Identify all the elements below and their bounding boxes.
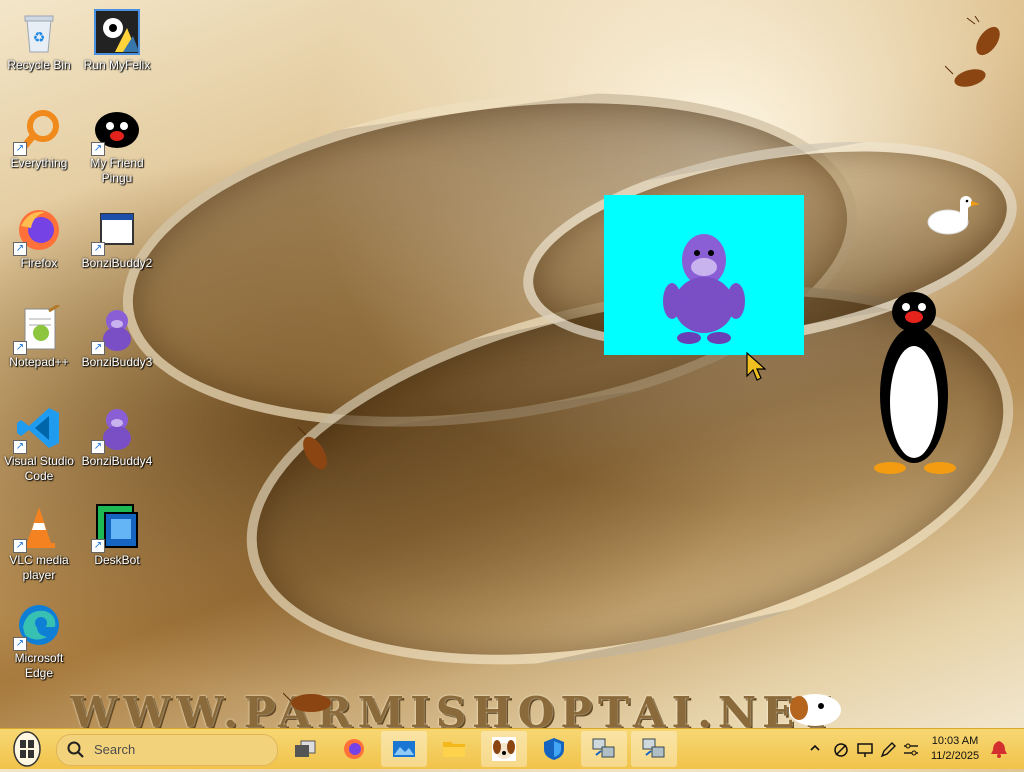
shortcut-arrow-icon: ↗ <box>91 242 105 256</box>
taskbar-photos[interactable] <box>381 731 427 767</box>
clock-date: 11/2/2025 <box>930 750 980 762</box>
icon-label: Microsoft Edge <box>14 651 64 680</box>
desktop-icon-vscode[interactable]: ↗ Visual Studio Code <box>0 404 78 484</box>
taskbar-firefox[interactable] <box>331 731 377 767</box>
shortcut-arrow-icon: ↗ <box>13 440 27 454</box>
desktop-icon-edge[interactable]: ↗ Microsoft Edge <box>0 601 78 681</box>
cockroach-icon[interactable] <box>283 685 339 719</box>
dog-face-icon <box>492 737 516 761</box>
icon-label: My Friend Pingu <box>90 156 144 185</box>
taskbar-search-box[interactable]: Search <box>56 734 278 766</box>
bonzi-gorilla-icon[interactable] <box>604 195 804 355</box>
desktop-icon-bonzibuddy2[interactable]: ↗ BonziBuddy2 <box>78 206 156 271</box>
goose-icon[interactable] <box>926 192 982 244</box>
shortcut-arrow-icon: ↗ <box>91 440 105 454</box>
taskbar-windows-security[interactable] <box>531 731 577 767</box>
desktop-icon-deskbot[interactable]: ↗ DeskBot <box>78 503 156 568</box>
show-hidden-icons-chevron-icon[interactable] <box>808 741 822 755</box>
network-disconnected-icon[interactable] <box>832 741 850 759</box>
search-placeholder: Search <box>94 742 136 757</box>
shortcut-arrow-icon: ↗ <box>91 341 105 355</box>
notification-bell-icon[interactable] <box>990 739 1008 759</box>
desktop-icon-my-friend-pingu[interactable]: ↗ My Friend Pingu <box>78 106 156 186</box>
taskbar-task-view[interactable] <box>282 731 328 767</box>
icon-label: VLC media player <box>9 553 69 582</box>
start-button[interactable] <box>12 731 42 767</box>
icon-label: Everything <box>10 156 68 170</box>
taskbar-network-tool-1[interactable] <box>581 731 627 767</box>
bonzibuddy-window[interactable] <box>604 195 804 355</box>
shortcut-arrow-icon: ↗ <box>91 539 105 553</box>
taskbar-clock[interactable]: 10:03 AM 11/2/2025 <box>922 734 988 764</box>
shortcut-arrow-icon: ↗ <box>13 142 27 156</box>
icon-label: Recycle Bin <box>7 58 71 72</box>
icon-label: BonziBuddy2 <box>81 256 153 270</box>
icon-label: BonziBuddy3 <box>81 355 153 369</box>
network-computers-icon <box>642 738 665 758</box>
icon-label: Notepad++ <box>9 355 69 369</box>
firefox-icon <box>344 739 364 759</box>
cockroach-icon[interactable] <box>290 425 340 480</box>
desktop-icon-notepad-plus-plus[interactable]: ↗ Notepad++ <box>0 303 78 370</box>
icon-label: BonziBuddy4 <box>81 454 153 468</box>
shortcut-arrow-icon: ↗ <box>91 142 105 156</box>
shortcut-arrow-icon: ↗ <box>13 539 27 553</box>
icon-label: Visual Studio Code <box>4 454 74 483</box>
recycle-bin-icon: ♻ <box>24 15 54 53</box>
desktop-icon-bonzibuddy3[interactable]: ↗ BonziBuddy3 <box>78 305 156 370</box>
svg-text:♻: ♻ <box>33 29 46 45</box>
clock-time: 10:03 AM <box>931 735 979 747</box>
taskbar-buddy-app[interactable] <box>481 731 527 767</box>
search-icon <box>67 741 84 758</box>
desktop-icon-firefox[interactable]: ↗ Firefox <box>0 206 78 271</box>
cockroach-icon[interactable] <box>945 60 995 96</box>
icon-label: Firefox <box>20 256 58 270</box>
settings-sliders-icon[interactable] <box>902 741 920 759</box>
display-icon[interactable] <box>856 741 874 759</box>
shield-icon <box>544 738 564 760</box>
desktop-icon-bonzibuddy4[interactable]: ↗ BonziBuddy4 <box>78 404 156 469</box>
shortcut-arrow-icon: ↗ <box>13 637 27 651</box>
mouse-cursor-icon <box>746 352 767 381</box>
desktop-icon-vlc[interactable]: ↗ VLC media player <box>0 503 78 583</box>
icon-label: Run MyFelix <box>83 58 151 72</box>
cockroach-icon[interactable] <box>965 16 1011 66</box>
task-view-icon <box>295 740 316 757</box>
desktop-icon-run-myfelix[interactable]: Run MyFelix <box>78 8 156 73</box>
taskbar: Search 10:03 AM 11/2/2025 <box>0 728 1024 769</box>
shortcut-arrow-icon: ↗ <box>13 341 27 355</box>
desktop-icon-recycle-bin[interactable]: ♻ Recycle Bin <box>0 8 78 73</box>
windows-logo-icon <box>13 731 41 767</box>
photos-icon <box>393 741 415 757</box>
felix-cat-icon <box>94 9 140 55</box>
network-computers-icon <box>592 738 615 758</box>
icon-label: DeskBot <box>94 553 140 567</box>
pen-icon[interactable] <box>879 741 897 759</box>
desktop-icon-everything[interactable]: ↗ Everything <box>0 106 78 171</box>
folder-icon <box>443 742 465 757</box>
taskbar-file-explorer[interactable] <box>431 731 477 767</box>
shortcut-arrow-icon: ↗ <box>13 242 27 256</box>
taskbar-network-tool-2[interactable] <box>631 731 677 767</box>
dog-icon[interactable] <box>785 688 845 728</box>
pingu-penguin-icon[interactable] <box>872 290 962 478</box>
